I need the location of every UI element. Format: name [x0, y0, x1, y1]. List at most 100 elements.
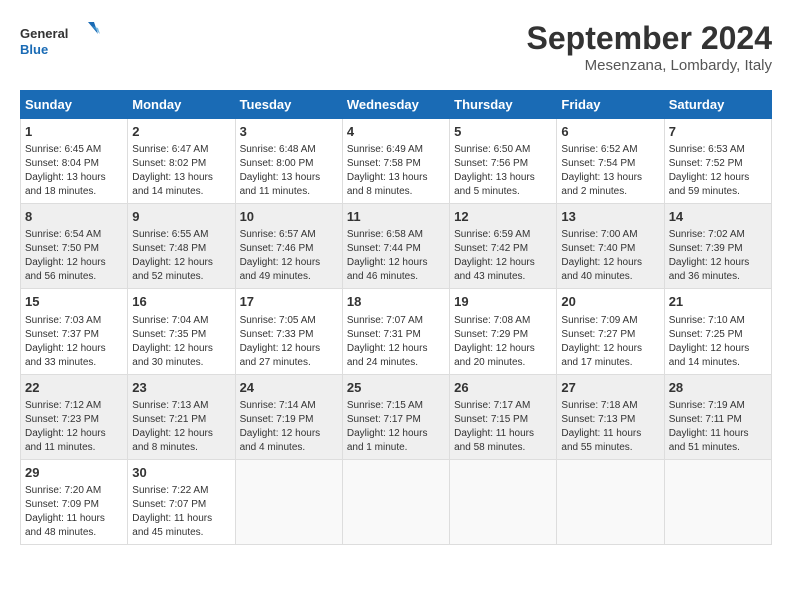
- day-info: Sunrise: 6:55 AMSunset: 7:48 PMDaylight:…: [132, 228, 230, 284]
- day-number: 29: [25, 464, 123, 482]
- weekday-header-tuesday: Tuesday: [235, 91, 342, 119]
- day-number: 8: [25, 208, 123, 226]
- calendar-cell: 7 Sunrise: 6:53 AMSunset: 7:52 PMDaylight…: [664, 119, 771, 204]
- calendar-cell: 24 Sunrise: 7:14 AMSunset: 7:19 PMDayligh…: [235, 374, 342, 459]
- calendar-cell: 20Sunrise: 7:09 AMSunset: 7:27 PMDayligh…: [557, 289, 664, 374]
- calendar-cell: 12 Sunrise: 6:59 AMSunset: 7:42 PMDayligh…: [450, 204, 557, 289]
- day-info: Sunrise: 6:58 AMSunset: 7:44 PMDaylight:…: [347, 228, 445, 284]
- day-info: Sunrise: 7:15 AMSunset: 7:17 PMDaylight:…: [347, 399, 445, 455]
- calendar-cell: 23 Sunrise: 7:13 AMSunset: 7:21 PMDayligh…: [128, 374, 235, 459]
- day-number: 4: [347, 123, 445, 141]
- calendar-cell: 16 Sunrise: 7:04 AMSunset: 7:35 PMDayligh…: [128, 289, 235, 374]
- weekday-header-thursday: Thursday: [450, 91, 557, 119]
- day-number: 3: [240, 123, 338, 141]
- day-info: Sunrise: 6:57 AMSunset: 7:46 PMDaylight:…: [240, 228, 338, 284]
- calendar-cell: 3 Sunrise: 6:48 AMSunset: 8:00 PMDaylight…: [235, 119, 342, 204]
- calendar-cell: [342, 459, 449, 544]
- day-number: 9: [132, 208, 230, 226]
- calendar-cell: 5 Sunrise: 6:50 AMSunset: 7:56 PMDaylight…: [450, 119, 557, 204]
- day-number: 25: [347, 379, 445, 397]
- calendar-cell: [235, 459, 342, 544]
- calendar-cell: 14 Sunrise: 7:02 AMSunset: 7:39 PMDayligh…: [664, 204, 771, 289]
- calendar-cell: 28 Sunrise: 7:19 AMSunset: 7:11 PMDayligh…: [664, 374, 771, 459]
- day-info: Sunrise: 6:59 AMSunset: 7:42 PMDaylight:…: [454, 228, 552, 284]
- day-number: 23: [132, 379, 230, 397]
- day-number: 6: [561, 123, 659, 141]
- calendar-week-row: 8 Sunrise: 6:54 AMSunset: 7:50 PMDaylight…: [21, 204, 772, 289]
- title-block: September 2024 Mesenzana, Lombardy, Ital…: [527, 20, 772, 74]
- day-number: 2: [132, 123, 230, 141]
- day-info: Sunrise: 7:08 AMSunset: 7:29 PMDaylight:…: [454, 314, 552, 370]
- day-info: Sunrise: 6:53 AMSunset: 7:52 PMDaylight:…: [669, 143, 767, 199]
- day-number: 24: [240, 379, 338, 397]
- logo: General Blue: [20, 20, 100, 65]
- calendar-week-row: 15 Sunrise: 7:03 AMSunset: 7:37 PMDayligh…: [21, 289, 772, 374]
- day-info: Sunrise: 6:54 AMSunset: 7:50 PMDaylight:…: [25, 228, 123, 284]
- day-info: Sunrise: 7:03 AMSunset: 7:37 PMDaylight:…: [25, 314, 123, 370]
- calendar-week-row: 22Sunrise: 7:12 AMSunset: 7:23 PMDayligh…: [21, 374, 772, 459]
- calendar-cell: 19 Sunrise: 7:08 AMSunset: 7:29 PMDayligh…: [450, 289, 557, 374]
- calendar-cell: [664, 459, 771, 544]
- day-number: 1: [25, 123, 123, 141]
- day-number: 17: [240, 293, 338, 311]
- calendar-cell: 21Sunrise: 7:10 AMSunset: 7:25 PMDayligh…: [664, 289, 771, 374]
- day-number: 28: [669, 379, 767, 397]
- calendar-cell: 9 Sunrise: 6:55 AMSunset: 7:48 PMDaylight…: [128, 204, 235, 289]
- weekday-header-wednesday: Wednesday: [342, 91, 449, 119]
- calendar-cell: 1 Sunrise: 6:45 AMSunset: 8:04 PMDaylight…: [21, 119, 128, 204]
- day-info: Sunrise: 7:02 AMSunset: 7:39 PMDaylight:…: [669, 228, 767, 284]
- svg-text:General: General: [20, 26, 68, 41]
- day-info: Sunrise: 7:12 AMSunset: 7:23 PMDaylight:…: [25, 399, 123, 455]
- day-number: 20: [561, 293, 659, 311]
- day-info: Sunrise: 7:17 AMSunset: 7:15 PMDaylight:…: [454, 399, 552, 455]
- weekday-header-monday: Monday: [128, 91, 235, 119]
- calendar-cell: 27 Sunrise: 7:18 AMSunset: 7:13 PMDayligh…: [557, 374, 664, 459]
- day-info: Sunrise: 7:18 AMSunset: 7:13 PMDaylight:…: [561, 399, 659, 455]
- calendar-cell: 15 Sunrise: 7:03 AMSunset: 7:37 PMDayligh…: [21, 289, 128, 374]
- day-number: 15: [25, 293, 123, 311]
- calendar-table: SundayMondayTuesdayWednesdayThursdayFrid…: [20, 90, 772, 545]
- calendar-cell: 8 Sunrise: 6:54 AMSunset: 7:50 PMDaylight…: [21, 204, 128, 289]
- weekday-header-sunday: Sunday: [21, 91, 128, 119]
- calendar-cell: 30 Sunrise: 7:22 AMSunset: 7:07 PMDayligh…: [128, 459, 235, 544]
- calendar-cell: 2Sunrise: 6:47 AMSunset: 8:02 PMDaylight…: [128, 119, 235, 204]
- day-info: Sunrise: 6:45 AMSunset: 8:04 PMDaylight:…: [25, 143, 123, 199]
- day-info: Sunrise: 7:05 AMSunset: 7:33 PMDaylight:…: [240, 314, 338, 370]
- calendar-cell: [450, 459, 557, 544]
- day-number: 30: [132, 464, 230, 482]
- day-info: Sunrise: 7:04 AMSunset: 7:35 PMDaylight:…: [132, 314, 230, 370]
- calendar-cell: 25 Sunrise: 7:15 AMSunset: 7:17 PMDayligh…: [342, 374, 449, 459]
- day-info: Sunrise: 7:20 AMSunset: 7:09 PMDaylight:…: [25, 484, 123, 540]
- calendar-cell: 13Sunrise: 7:00 AMSunset: 7:40 PMDayligh…: [557, 204, 664, 289]
- calendar-week-row: 1 Sunrise: 6:45 AMSunset: 8:04 PMDaylight…: [21, 119, 772, 204]
- day-number: 19: [454, 293, 552, 311]
- day-number: 27: [561, 379, 659, 397]
- weekday-header-row: SundayMondayTuesdayWednesdayThursdayFrid…: [21, 91, 772, 119]
- day-number: 5: [454, 123, 552, 141]
- day-info: Sunrise: 7:19 AMSunset: 7:11 PMDaylight:…: [669, 399, 767, 455]
- day-info: Sunrise: 7:14 AMSunset: 7:19 PMDaylight:…: [240, 399, 338, 455]
- day-number: 18: [347, 293, 445, 311]
- calendar-cell: [557, 459, 664, 544]
- day-info: Sunrise: 7:13 AMSunset: 7:21 PMDaylight:…: [132, 399, 230, 455]
- day-info: Sunrise: 6:50 AMSunset: 7:56 PMDaylight:…: [454, 143, 552, 199]
- calendar-cell: 22Sunrise: 7:12 AMSunset: 7:23 PMDayligh…: [21, 374, 128, 459]
- page-header: General Blue September 2024 Mesenzana, L…: [20, 20, 772, 74]
- logo-svg: General Blue: [20, 20, 100, 65]
- day-number: 12: [454, 208, 552, 226]
- day-number: 16: [132, 293, 230, 311]
- calendar-week-row: 29 Sunrise: 7:20 AMSunset: 7:09 PMDayligh…: [21, 459, 772, 544]
- weekday-header-saturday: Saturday: [664, 91, 771, 119]
- svg-text:Blue: Blue: [20, 42, 48, 57]
- month-title: September 2024: [527, 20, 772, 57]
- day-info: Sunrise: 7:22 AMSunset: 7:07 PMDaylight:…: [132, 484, 230, 540]
- calendar-cell: 4 Sunrise: 6:49 AMSunset: 7:58 PMDaylight…: [342, 119, 449, 204]
- calendar-cell: 17 Sunrise: 7:05 AMSunset: 7:33 PMDayligh…: [235, 289, 342, 374]
- calendar-cell: 29 Sunrise: 7:20 AMSunset: 7:09 PMDayligh…: [21, 459, 128, 544]
- day-number: 14: [669, 208, 767, 226]
- day-info: Sunrise: 6:48 AMSunset: 8:00 PMDaylight:…: [240, 143, 338, 199]
- day-number: 7: [669, 123, 767, 141]
- day-number: 10: [240, 208, 338, 226]
- calendar-cell: 6Sunrise: 6:52 AMSunset: 7:54 PMDaylight…: [557, 119, 664, 204]
- day-info: Sunrise: 6:49 AMSunset: 7:58 PMDaylight:…: [347, 143, 445, 199]
